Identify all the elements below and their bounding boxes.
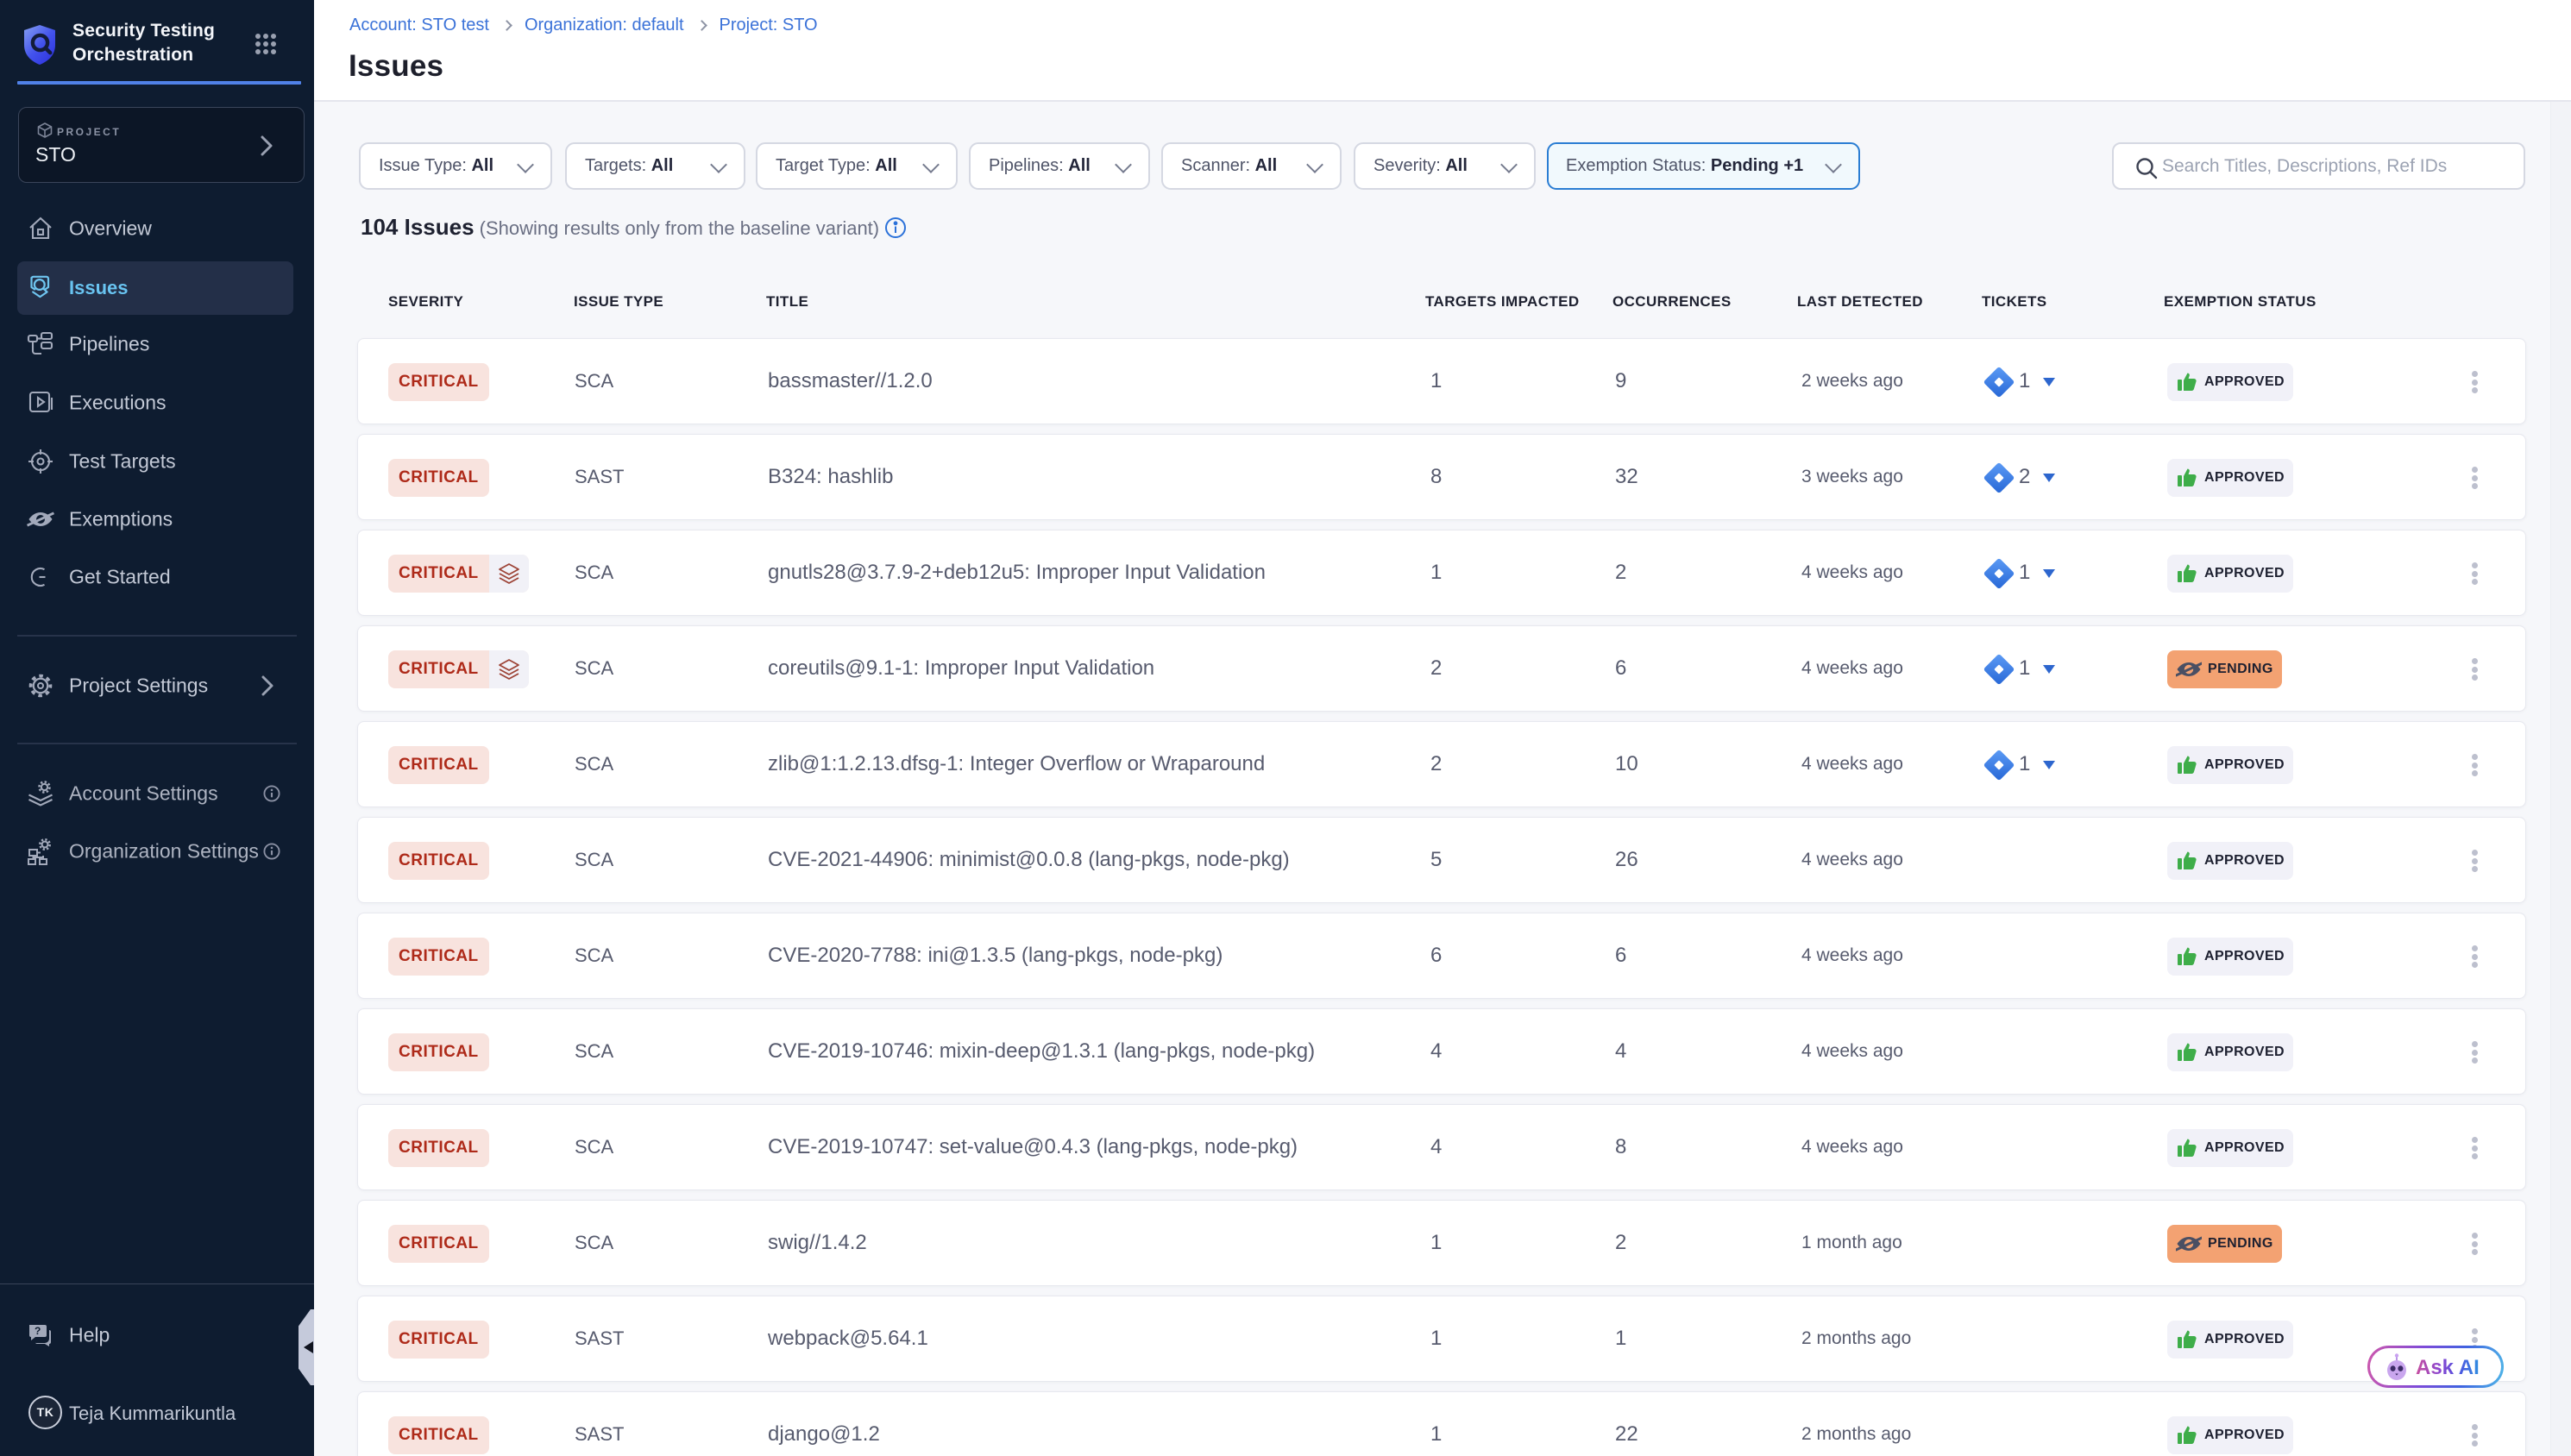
svg-text:?: ? bbox=[35, 1325, 41, 1337]
